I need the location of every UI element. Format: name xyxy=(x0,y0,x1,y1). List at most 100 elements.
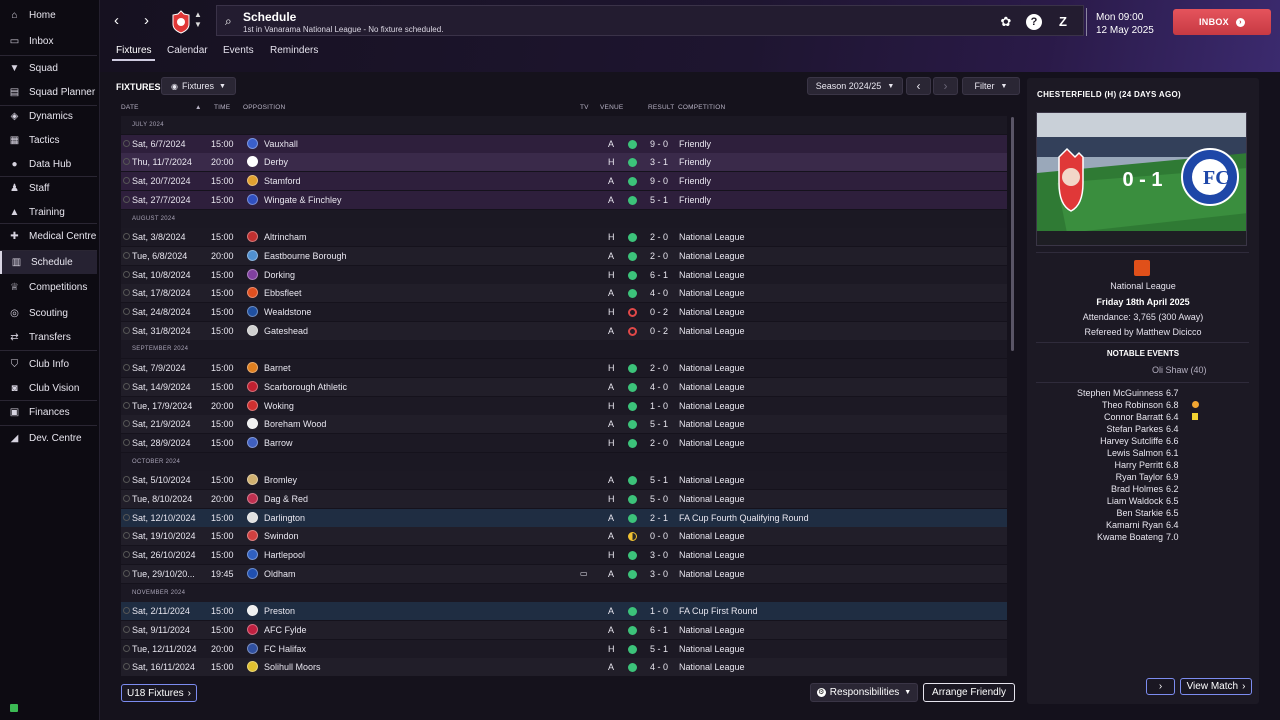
table-row[interactable]: Sat, 2/11/2024 15:00 Preston A 1 - 0 FA Cup F… xyxy=(121,602,1007,621)
z-logo-icon[interactable]: Z xyxy=(1055,14,1071,30)
search-icon[interactable]: ⌕ xyxy=(225,14,232,29)
row-select-icon[interactable] xyxy=(123,382,130,390)
row-select-icon[interactable] xyxy=(123,644,130,652)
sidebar-item-finances[interactable]: ▣ Finances xyxy=(0,400,97,424)
table-row[interactable]: Sat, 7/9/2024 15:00 Barnet H 2 - 0 National L… xyxy=(121,359,1007,378)
sidebar-item-dev-centre[interactable]: ◢ Dev. Centre xyxy=(0,426,97,450)
table-row[interactable]: Sat, 14/9/2024 15:00 Scarborough Athletic A… xyxy=(121,377,1007,396)
filter-button[interactable]: Filter ▼ xyxy=(962,77,1020,95)
sidebar-item-inbox[interactable]: ▭ Inbox xyxy=(0,29,97,53)
table-row[interactable]: Tue, 8/10/2024 20:00 Dag & Red H 5 - 0 Nation… xyxy=(121,490,1007,508)
row-select-icon[interactable] xyxy=(123,233,130,241)
table-row[interactable]: Sat, 21/9/2024 15:00 Boreham Wood A 5 - 1 Nat… xyxy=(121,415,1007,434)
view-dropdown[interactable]: ◉ Fixtures ▼ xyxy=(161,77,236,95)
brain-icon[interactable]: ✿ xyxy=(998,14,1014,30)
view-match-button[interactable]: View Match › xyxy=(1180,678,1252,695)
table-row[interactable]: Sat, 6/7/2024 15:00 Vauxhall A 9 - 0 Friendly xyxy=(121,134,1007,153)
player-rating-row[interactable]: Stefan Parkes 6.4 xyxy=(1027,424,1259,436)
column-header-result[interactable]: RESULT xyxy=(648,104,674,111)
arrange-friendly-button[interactable]: Arrange Friendly xyxy=(923,683,1015,702)
inbox-button[interactable]: INBOX › xyxy=(1173,9,1271,35)
sidebar-item-home[interactable]: ⌂ Home xyxy=(0,3,97,27)
row-select-icon[interactable] xyxy=(123,438,130,446)
responsibilities-button[interactable]: ⚙ Responsibilities ▼ xyxy=(810,683,918,702)
column-header-time[interactable]: TIME xyxy=(214,104,230,111)
season-prev-button[interactable]: ‹ xyxy=(906,77,931,95)
row-select-icon[interactable] xyxy=(123,569,130,577)
sidebar-item-training[interactable]: ▲ Training xyxy=(0,200,97,224)
back-arrow-icon[interactable]: ‹ xyxy=(114,12,119,29)
row-select-icon[interactable] xyxy=(123,308,130,315)
sidebar-item-squad-planner[interactable]: ▤ Squad Planner xyxy=(0,80,97,104)
sidebar-item-tactics[interactable]: ▦ Tactics xyxy=(0,128,97,152)
table-row[interactable]: Sat, 31/8/2024 15:00 Gateshead A 0 - 2 Nation… xyxy=(121,321,1007,340)
table-row[interactable]: Tue, 12/11/2024 20:00 FC Halifax H 5 - 1 Nati… xyxy=(121,639,1007,658)
table-row[interactable]: Sat, 5/10/2024 15:00 Bromley A 5 - 1 National… xyxy=(121,471,1007,490)
tab-calendar[interactable]: Calendar xyxy=(167,45,208,56)
table-row[interactable]: Tue, 6/8/2024 20:00 Eastbourne Borough A 2 -… xyxy=(121,246,1007,265)
player-rating-row[interactable]: Lewis Salmon 6.1 xyxy=(1027,448,1259,460)
table-row[interactable]: Sat, 9/11/2024 15:00 AFC Fylde A 6 - 1 Nation… xyxy=(121,620,1007,639)
row-select-icon[interactable] xyxy=(123,532,130,540)
sidebar-item-medical-centre[interactable]: ✚ Medical Centre xyxy=(0,224,97,248)
table-row[interactable]: Sat, 27/7/2024 15:00 Wingate & Finchley A 5 … xyxy=(121,190,1007,209)
row-select-icon[interactable] xyxy=(123,326,130,334)
table-row[interactable]: Sat, 26/10/2024 15:00 Hartlepool H 3 - 0 Nati… xyxy=(121,546,1007,565)
table-row[interactable]: Thu, 11/7/2024 20:00 Derby H 3 - 1 Friendly xyxy=(121,153,1007,172)
player-rating-row[interactable]: Kwame Boateng 7.0 xyxy=(1027,532,1259,544)
tab-events[interactable]: Events xyxy=(223,45,254,56)
sidebar-item-club-vision[interactable]: ◙ Club Vision xyxy=(0,376,97,400)
column-header-tv[interactable]: TV xyxy=(580,104,589,111)
sidebar-item-data-hub[interactable]: ● Data Hub xyxy=(0,152,97,176)
club-crest-icon[interactable] xyxy=(171,10,191,34)
row-select-icon[interactable] xyxy=(123,270,130,278)
column-header-competition[interactable]: COMPETITION xyxy=(678,104,725,111)
row-select-icon[interactable] xyxy=(123,513,130,521)
sidebar-item-dynamics[interactable]: ◈ Dynamics xyxy=(0,104,97,128)
forward-arrow-icon[interactable]: › xyxy=(144,12,149,29)
table-row[interactable]: Sat, 12/10/2024 15:00 Darlington A 2 - 1 FA C… xyxy=(121,508,1007,527)
sidebar-item-scouting[interactable]: ◎ Scouting xyxy=(0,301,97,325)
season-dropdown[interactable]: Season 2024/25 ▼ xyxy=(807,77,903,95)
row-select-icon[interactable] xyxy=(123,663,130,671)
table-row[interactable]: Sat, 19/10/2024 15:00 Swindon A 0 - 0 Nationa… xyxy=(121,527,1007,546)
table-row[interactable]: Sat, 28/9/2024 15:00 Barrow H 2 - 0 National … xyxy=(121,433,1007,452)
row-select-icon[interactable] xyxy=(123,195,130,203)
sidebar-item-competitions[interactable]: ♕ Competitions xyxy=(0,275,97,299)
table-row[interactable]: Tue, 29/10/20... 19:45 Oldham ▭ A 3 - 0 Nation… xyxy=(121,564,1007,583)
sidebar-item-transfers[interactable]: ⇄ Transfers xyxy=(0,325,97,349)
help-icon[interactable]: ? xyxy=(1026,14,1042,30)
player-rating-row[interactable]: Theo Robinson 6.8 xyxy=(1027,400,1259,412)
sidebar-item-squad[interactable]: ▼ Squad xyxy=(0,56,97,80)
player-rating-row[interactable]: Ryan Taylor 6.9 xyxy=(1027,472,1259,484)
table-row[interactable]: Sat, 20/7/2024 15:00 Stamford A 9 - 0 Friendl… xyxy=(121,172,1007,191)
row-select-icon[interactable] xyxy=(123,251,130,259)
match-image[interactable]: FC 0 - 1 xyxy=(1036,112,1247,246)
scrollbar[interactable] xyxy=(1011,117,1014,351)
column-header-opposition[interactable]: OPPOSITION xyxy=(243,104,285,111)
row-select-icon[interactable] xyxy=(123,607,130,615)
row-select-icon[interactable] xyxy=(123,177,130,185)
row-select-icon[interactable] xyxy=(123,401,130,409)
player-rating-row[interactable]: Ben Starkie 6.5 xyxy=(1027,508,1259,520)
row-select-icon[interactable] xyxy=(123,551,130,559)
table-row[interactable]: Sat, 10/8/2024 15:00 Dorking H 6 - 1 National… xyxy=(121,265,1007,284)
row-select-icon[interactable] xyxy=(123,420,130,428)
row-select-icon[interactable] xyxy=(123,495,130,502)
panel-next-button[interactable]: › xyxy=(1146,678,1175,695)
table-row[interactable]: Tue, 17/9/2024 20:00 Woking H 1 - 0 National … xyxy=(121,396,1007,415)
player-rating-row[interactable]: Harvey Sutcliffe 6.6 xyxy=(1027,436,1259,448)
tab-fixtures[interactable]: Fixtures xyxy=(116,45,152,56)
row-select-icon[interactable] xyxy=(123,139,130,147)
player-rating-row[interactable]: Liam Waldock 6.5 xyxy=(1027,496,1259,508)
player-rating-row[interactable]: Brad Holmes 6.2 xyxy=(1027,484,1259,496)
row-select-icon[interactable] xyxy=(123,625,130,633)
player-rating-row[interactable]: Connor Barratt 6.4 xyxy=(1027,412,1259,424)
table-row[interactable]: Sat, 3/8/2024 15:00 Altrincham H 2 - 0 Nation… xyxy=(121,228,1007,247)
column-header-venue[interactable]: VENUE xyxy=(600,104,623,111)
tab-reminders[interactable]: Reminders xyxy=(270,45,318,56)
status-icon[interactable] xyxy=(10,704,18,712)
table-row[interactable]: Sat, 17/8/2024 15:00 Ebbsfleet A 4 - 0 Nation… xyxy=(121,284,1007,303)
club-switch-icon[interactable]: ▲ ▼ xyxy=(194,10,202,30)
player-rating-row[interactable]: Stephen McGuinness 6.7 xyxy=(1027,388,1259,400)
